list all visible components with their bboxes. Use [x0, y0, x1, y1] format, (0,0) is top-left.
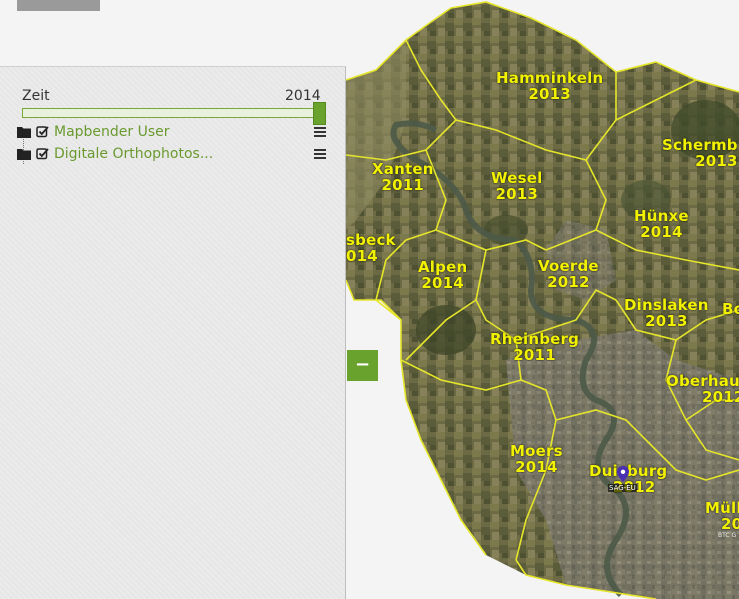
district-label: sbeck 014: [346, 231, 396, 265]
district-label: Dinslaken 2013: [624, 296, 709, 330]
district-label: Xanten 2011: [372, 160, 434, 194]
layer-row[interactable]: Digitale Orthophotos...: [0, 144, 346, 166]
district-label: Hamminkeln 2013: [496, 69, 604, 103]
folder-icon[interactable]: [17, 148, 31, 160]
district-label: Rheinberg 2011: [490, 330, 580, 364]
layer-sidebar: Zeit 2014 Mapbender User Digitale Orthop…: [0, 66, 346, 599]
menu-icon[interactable]: [314, 127, 326, 138]
top-tab[interactable]: [17, 0, 100, 11]
folder-icon[interactable]: [17, 126, 31, 138]
district-label: Wesel 2013: [491, 169, 543, 203]
layer-row[interactable]: Mapbender User: [0, 122, 346, 144]
sidebar-toggle-button[interactable]: −: [347, 350, 378, 381]
map-view[interactable]: Hamminkeln 2013 Schermb 2013 Xanten 2011 We…: [346, 0, 739, 599]
district-label: Voerde 2012: [538, 257, 599, 291]
district-label: Oberhau2012: [666, 372, 739, 406]
menu-icon[interactable]: [314, 149, 326, 160]
checkbox-checked-icon[interactable]: [36, 125, 49, 138]
checkbox-checked-icon[interactable]: [36, 147, 49, 160]
district-label: Mülh20: [705, 499, 739, 533]
district-label: Moers 2014: [510, 442, 563, 476]
district-label: Schermb 2013: [662, 136, 738, 170]
district-label: Bo: [722, 300, 739, 318]
layer-label[interactable]: Digitale Orthophotos...: [54, 146, 213, 162]
map-pin-icon[interactable]: [617, 466, 629, 482]
district-label: Hünxe 2014: [634, 207, 689, 241]
map-copyright: BTC G: [718, 532, 737, 539]
pin-label: SAG-EU: [608, 484, 637, 492]
layer-label[interactable]: Mapbender User: [54, 124, 170, 140]
time-slider-fill: [23, 109, 325, 117]
time-slider-track[interactable]: [22, 108, 326, 118]
district-label: Alpen 2014: [418, 258, 468, 292]
time-slider-label: Zeit: [22, 88, 50, 104]
